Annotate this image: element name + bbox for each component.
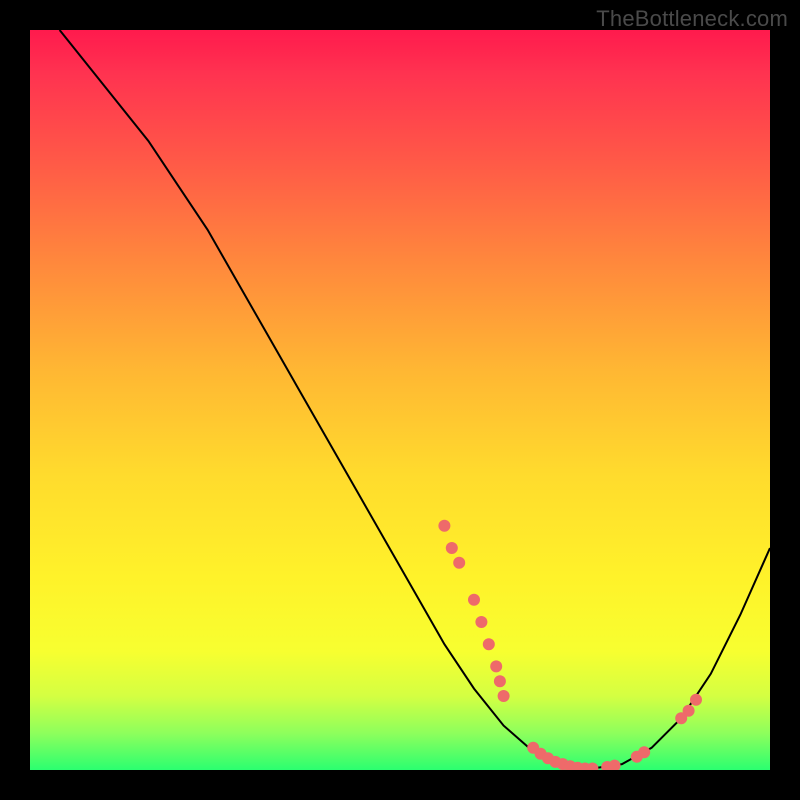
- data-point: [638, 746, 650, 758]
- chart-plot-area: [30, 30, 770, 770]
- data-point: [446, 542, 458, 554]
- data-point: [690, 694, 702, 706]
- curve-line: [60, 30, 770, 769]
- data-point: [498, 690, 510, 702]
- data-point: [683, 705, 695, 717]
- bottleneck-curve-chart: [30, 30, 770, 770]
- data-point: [483, 638, 495, 650]
- data-point: [438, 520, 450, 532]
- data-point: [490, 660, 502, 672]
- data-point: [609, 760, 621, 770]
- data-point: [475, 616, 487, 628]
- watermark-text: TheBottleneck.com: [596, 6, 788, 32]
- data-point: [468, 594, 480, 606]
- data-point: [453, 557, 465, 569]
- data-point: [494, 675, 506, 687]
